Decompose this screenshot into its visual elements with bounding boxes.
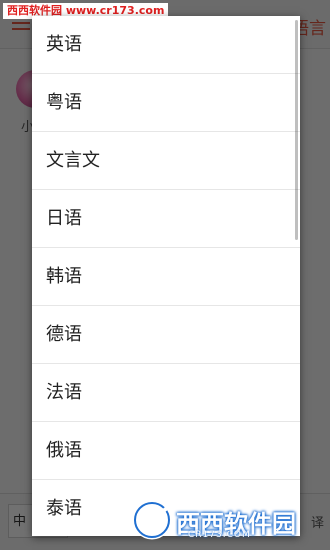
site-logo: 西西软件园 CR173.COM	[132, 498, 322, 542]
scrollbar[interactable]	[295, 20, 298, 240]
language-option[interactable]: 俄语	[32, 422, 300, 480]
language-option[interactable]: 文言文	[32, 132, 300, 190]
language-option[interactable]: 粤语	[32, 74, 300, 132]
logo-mark-icon	[132, 500, 174, 540]
language-list: 英语 粤语 文言文 日语 韩语 德语 法语 俄语 泰语	[32, 16, 300, 536]
language-option[interactable]: 英语	[32, 16, 300, 74]
language-option[interactable]: 德语	[32, 306, 300, 364]
logo-subtext: CR173.COM	[188, 530, 251, 540]
language-option[interactable]: 日语	[32, 190, 300, 248]
language-option[interactable]: 韩语	[32, 248, 300, 306]
language-option[interactable]: 法语	[32, 364, 300, 422]
language-dropdown: 英语 粤语 文言文 日语 韩语 德语 法语 俄语 泰语	[32, 16, 300, 536]
